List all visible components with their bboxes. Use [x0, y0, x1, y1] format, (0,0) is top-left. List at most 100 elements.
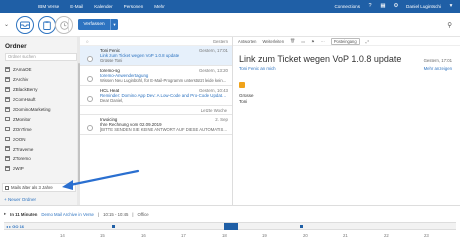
connections-link[interactable]: Connections	[334, 4, 360, 9]
top-navigation-bar: IBM Verse E-Mail Kalender Personen Mehr …	[0, 0, 460, 13]
nav-more[interactable]: Mehr	[154, 4, 164, 9]
select-circle-icon[interactable]	[87, 56, 93, 62]
timeline-event-marker[interactable]	[112, 225, 115, 228]
select-all-icon[interactable]: ○	[86, 39, 89, 44]
calendar-icon	[5, 185, 9, 190]
folder-icon	[5, 136, 10, 142]
user-name[interactable]: Daniel Lugintschi	[406, 4, 441, 9]
help-icon[interactable]: ?	[367, 3, 373, 9]
timeline-event-marker[interactable]	[300, 225, 303, 228]
folder-panel: Ordner Ordner suchen ZAmaOE ZArchiv ZBla…	[0, 37, 80, 205]
folder-move-icon[interactable]: ▭	[301, 39, 305, 44]
expand-icon[interactable]: ⤢	[366, 39, 369, 44]
section-label: Letzte Woche	[80, 106, 232, 115]
toggle-chevron-icon[interactable]: ▸	[4, 211, 6, 217]
folder-item[interactable]: zComHauft	[5, 95, 77, 105]
folder-icon	[5, 156, 10, 161]
list-item[interactable]: Invoicing 2. Sep Ihre Rechnung vom 02.09.…	[80, 115, 232, 135]
settings-icon[interactable]: ⚙	[393, 3, 399, 9]
next-event-info: ▸ In 11 Minuten Demo Mail Archive in Ver…	[4, 211, 149, 217]
list-header-icons: ○	[86, 39, 89, 44]
event-title[interactable]: Demo Mail Archive in Verse	[41, 212, 94, 217]
message-date: Gestern, 13:20	[198, 68, 228, 73]
email-body-line: Toni	[239, 99, 248, 104]
folder-icon	[5, 146, 10, 152]
timeline-bar[interactable]: ◂ ▸ GO 16	[4, 222, 456, 230]
message-preview: Grüsse Toni	[100, 58, 123, 63]
inbox-view-button[interactable]	[16, 16, 34, 34]
folder-icon	[5, 77, 10, 82]
folder-item[interactable]: zOON	[5, 134, 77, 144]
message-list-header: ○ Gestern	[80, 37, 232, 46]
folder-item[interactable]: ZBlackBerry	[5, 85, 77, 95]
mail-toolbar: ⌄ Verfassen ▾ ⚲	[0, 13, 460, 37]
folder-icon	[5, 126, 10, 132]
timeline-event-block[interactable]	[224, 223, 238, 230]
main-nav: IBM Verse E-Mail Kalender Personen Mehr	[38, 4, 165, 9]
folder-item[interactable]: ZOnTime	[5, 124, 77, 134]
message-preview: Wissen Neu Luginbühl, für E-Mail-Program…	[100, 78, 227, 83]
folder-item[interactable]: zWIP	[5, 164, 77, 174]
hour-tick: 21	[343, 233, 348, 238]
message-list: ○ Gestern Toni Fenic Gestern, 17:01 Link …	[80, 37, 233, 205]
inbox-icon	[20, 21, 30, 29]
old-mails-label: Mails älter als 3 Jahre	[11, 185, 53, 190]
folder-panel-title: Ordner	[5, 43, 27, 50]
nav-email[interactable]: E-Mail	[70, 4, 83, 9]
hour-tick: 15	[100, 233, 105, 238]
folder-item[interactable]: ZMonitor	[5, 114, 77, 124]
message-preview: [BITTE SENDEN SIE KEINE ANTWORT AUF DIES…	[100, 127, 228, 132]
more-actions-icon[interactable]: ⋯	[321, 39, 325, 44]
waiting-for-button[interactable]	[55, 16, 73, 34]
collapse-chevron-icon[interactable]: ⌄	[4, 21, 9, 28]
compose-dropdown-icon[interactable]: ▾	[110, 19, 118, 30]
folder-item[interactable]: zDominoMarketing	[5, 105, 77, 115]
hour-tick: 18	[222, 233, 227, 238]
attachment-icon[interactable]	[239, 82, 245, 88]
email-date: Gestern, 17:01	[423, 58, 452, 63]
timeline-nav[interactable]: ◂ ▸ GO 16	[6, 224, 24, 229]
nav-ibm-verse[interactable]: IBM Verse	[38, 4, 59, 9]
select-circle-icon[interactable]	[87, 76, 93, 82]
hour-tick: 20	[303, 233, 308, 238]
folder-item[interactable]: ZTraveme	[5, 144, 77, 154]
search-icon[interactable]: ⚲	[447, 21, 452, 29]
forward-button[interactable]: Weiterleiten	[262, 39, 284, 44]
apps-icon[interactable]: ▦	[380, 3, 386, 9]
folder-tag[interactable]: Posteingang	[330, 37, 360, 45]
email-subject: Link zum Ticket wegen VoP 1.0.8 update	[239, 54, 402, 64]
show-more-link[interactable]: Mehr anzeigen	[424, 66, 452, 71]
flag-icon[interactable]: ⚑	[311, 39, 315, 44]
folder-search-input[interactable]: Ordner suchen	[5, 53, 77, 61]
clipboard-icon	[43, 20, 51, 30]
list-item[interactable]: Toni Fenic Gestern, 17:01 Link zum Ticket…	[80, 46, 232, 66]
hour-tick: 14	[60, 233, 65, 238]
folder-item[interactable]: ZArchiv	[5, 75, 77, 85]
message-date: 2. Sep	[215, 117, 228, 122]
select-circle-icon[interactable]	[87, 96, 93, 102]
top-right-area: Connections ? ▦ ⚙ Daniel Lugintschi ▾	[334, 3, 454, 9]
nav-people[interactable]: Personen	[124, 4, 144, 9]
hour-tick: 19	[262, 233, 267, 238]
select-circle-icon[interactable]	[87, 125, 93, 131]
event-location: Office	[137, 211, 149, 217]
list-item[interactable]: toremo-sg Gestern, 13:20 toremo-Anwendert…	[80, 66, 232, 86]
reading-pane: Antworten Weiterleiten 🗑 ▭ ⚑ ⋯ Posteinga…	[233, 37, 460, 205]
folder-list: ZAmaOE ZArchiv ZBlackBerry zComHauft zDo…	[5, 65, 77, 174]
event-time: In 11 Minuten	[10, 211, 38, 217]
folder-item[interactable]: ZAmaOE	[5, 65, 77, 75]
needs-action-button[interactable]	[38, 16, 56, 34]
folder-item[interactable]: ZToremo	[5, 154, 77, 164]
old-mails-folder[interactable]: Mails älter als 3 Jahre	[2, 183, 76, 192]
reply-button[interactable]: Antworten	[238, 39, 256, 44]
timeline-hour-ticks: 14 15 16 17 18 19 20 21 22 23	[0, 233, 460, 241]
trash-icon[interactable]: 🗑	[290, 38, 295, 44]
nav-calendar[interactable]: Kalender	[94, 4, 112, 9]
new-folder-link[interactable]: + Neuer Ordner	[4, 197, 36, 202]
compose-button-label: Verfassen	[83, 22, 105, 27]
hour-tick: 23	[424, 233, 429, 238]
list-item[interactable]: HCL Heat Gestern, 10:43 Reminder: Domino …	[80, 86, 232, 106]
user-menu-chevron-icon[interactable]: ▾	[448, 3, 454, 9]
email-sender[interactable]: Toni Fenic an mich	[239, 66, 276, 71]
compose-button[interactable]: Verfassen ▾	[78, 19, 118, 30]
